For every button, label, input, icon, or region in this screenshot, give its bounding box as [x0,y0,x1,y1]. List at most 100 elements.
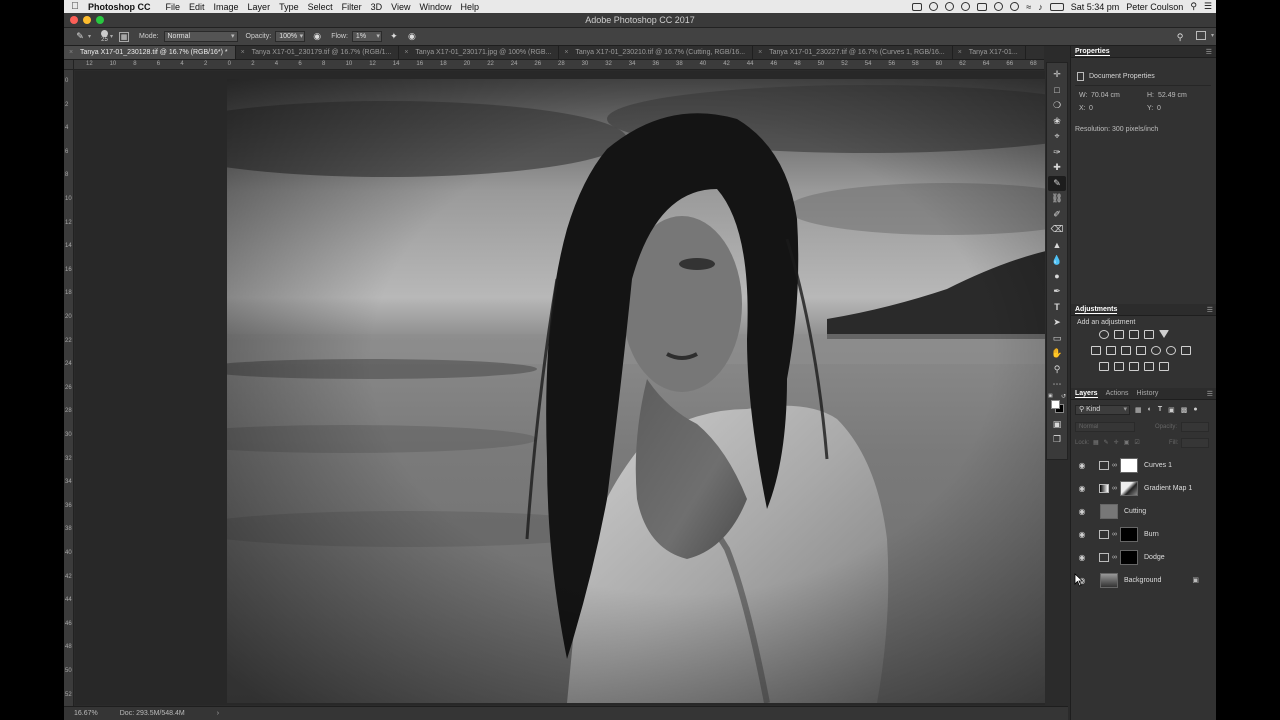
vibrance-icon[interactable] [1091,346,1101,355]
type-tool-icon[interactable]: T [1048,300,1066,316]
filter-smart-object-icon[interactable]: ▩ [1181,406,1188,414]
status-menu-icon[interactable]: › [217,710,219,717]
mask-link-icon[interactable]: ∞ [1112,462,1118,469]
zoom-level[interactable]: 16.67% [74,710,98,717]
canvas-area[interactable] [75,71,1045,705]
quick-select-tool-icon[interactable]: ❀ [1048,114,1066,130]
brush-size-dropdown-icon[interactable]: ▾ [110,33,113,40]
layer-row-dodge[interactable]: ◉ ∞ Dodge [1071,546,1216,568]
curves-icon[interactable] [1129,330,1139,339]
filter-toggle-icon[interactable]: ● [1193,406,1197,414]
time-machine-icon[interactable] [994,2,1004,11]
layer-opacity-field[interactable] [1181,422,1209,432]
lasso-tool-icon[interactable]: ❍ [1048,98,1066,114]
gradient-map-icon[interactable] [1144,362,1154,371]
preset-dropdown-icon[interactable]: ▾ [88,33,91,40]
tab-history[interactable]: History [1137,390,1159,397]
wifi-icon[interactable]: ≈ [1026,2,1031,12]
layer-name[interactable]: Burn [1144,531,1159,538]
exposure-icon[interactable] [1144,330,1154,339]
lock-image-icon[interactable]: ✎ [1104,439,1109,446]
fill-field[interactable] [1181,438,1209,448]
tab-actions[interactable]: Actions [1106,390,1129,397]
move-tool-icon[interactable]: ✛ [1048,67,1066,83]
tab-adjustments[interactable]: Adjustments [1075,306,1118,314]
menu-file[interactable]: File [166,2,188,12]
doc-tab-4[interactable]: × Tanya X17-01_230210.tif @ 16.7% (Cuttin… [559,46,754,59]
screen-mode-icon[interactable]: ❐ [1048,432,1066,448]
apple-icon[interactable]:  [64,1,86,12]
close-tab-icon[interactable]: × [564,46,568,59]
user-name[interactable]: Peter Coulson [1126,2,1183,12]
workspace-dropdown-icon[interactable]: ▾ [1211,32,1214,39]
panel-menu-icon[interactable]: ☰ [1206,48,1212,56]
marquee-tool-icon[interactable]: □ [1048,83,1066,99]
doc-tab-2[interactable]: × Tanya X17-01_230179.tif @ 16.7% (RGB/1.… [236,46,400,59]
close-tab-icon[interactable]: × [404,46,408,59]
horizontal-ruler[interactable]: 12 10 8 6 4 2 0 2 4 6 8 10 12 14 16 18 20 22 24 26 28 30 32 34 3… [74,60,1044,70]
layer-row-background[interactable]: ◉ Background ▣ [1071,569,1216,591]
bluetooth-icon[interactable] [1010,2,1020,11]
layer-mask-thumbnail[interactable] [1120,526,1138,542]
lock-transparent-icon[interactable]: ▦ [1093,439,1099,446]
layer-name[interactable]: Cutting [1124,508,1146,515]
layer-row-burn[interactable]: ◉ ∞ Burn [1071,523,1216,545]
brightness-contrast-icon[interactable] [1099,330,1109,339]
threshold-icon[interactable] [1129,362,1139,371]
doc-tab-1[interactable]: × Tanya X17-01_230128.tif @ 16.7% (RGB/16… [64,46,236,59]
layer-filter-select[interactable]: ⚲ Kind ▾ [1075,405,1130,415]
tab-layers[interactable]: Layers [1075,390,1098,398]
menu-window[interactable]: Window [419,2,458,12]
layer-mask-thumbnail[interactable] [1120,457,1138,473]
history-brush-tool-icon[interactable]: ✐ [1048,207,1066,223]
menu-3d[interactable]: 3D [371,2,390,12]
flow-field[interactable]: 1% ▾ [351,31,382,42]
color-lookup-icon[interactable] [1181,346,1191,355]
menu-app-name[interactable]: Photoshop CC [88,2,158,12]
opacity-field[interactable]: 100% ▾ [275,31,306,42]
screen-icon[interactable] [912,2,923,11]
layer-name[interactable]: Background [1124,577,1161,584]
close-tab-icon[interactable]: × [758,46,762,59]
layer-thumbnail[interactable] [1100,572,1118,588]
foreground-color-swatch[interactable] [1051,399,1060,409]
more-tools-icon[interactable]: ⋯ [1048,377,1066,393]
blur-tool-icon[interactable]: 💧 [1048,253,1066,269]
layer-row-gradient-map-1[interactable]: ◉ ∞ Gradient Map 1 [1071,477,1216,499]
panel-menu-icon[interactable]: ☰ [1207,390,1213,398]
height-value[interactable]: 52.49 cm [1158,92,1187,99]
menu-image[interactable]: Image [214,2,246,12]
lock-position-icon[interactable]: ✛ [1114,439,1119,446]
display-icon[interactable] [977,2,988,11]
layer-mask-thumbnail[interactable] [1120,549,1138,565]
rectangle-tool-icon[interactable]: ▭ [1048,331,1066,347]
paint-bucket-tool-icon[interactable]: ▲ [1048,238,1066,254]
width-value[interactable]: 70.04 cm [1091,92,1120,99]
crop-tool-icon[interactable]: ⌖ [1048,129,1066,145]
battery-icon[interactable] [1049,2,1064,11]
layer-mask-thumbnail[interactable] [1120,480,1138,496]
mask-link-icon[interactable]: ∞ [1112,531,1118,538]
close-tab-icon[interactable]: × [69,46,73,59]
brush-tool-icon[interactable]: ✎ [1048,175,1066,191]
pressure-size-icon[interactable]: ◉ [406,31,418,43]
channel-mixer-icon[interactable] [1166,346,1176,355]
gradient-triangle-icon[interactable] [1159,330,1169,338]
visibility-eye-icon[interactable]: ◉ [1077,530,1087,539]
document-canvas[interactable] [227,79,1045,703]
lock-icon[interactable]: ▣ [1192,576,1199,584]
default-colors-icon[interactable]: ▣ [1048,393,1053,399]
invert-icon[interactable] [1099,362,1109,371]
ruler-origin[interactable] [64,60,74,70]
zoom-tool-icon[interactable]: ⚲ [1048,362,1066,378]
creative-cloud-icon[interactable] [929,2,939,11]
filter-shape-icon[interactable]: ▣ [1168,406,1175,414]
panel-menu-icon[interactable]: ☰ [1207,306,1213,314]
brush-tool-preset-icon[interactable]: ✎ [74,31,86,43]
spotlight-icon[interactable]: ⚲ [1190,1,1197,12]
filter-adjustment-icon[interactable]: ◐ [1148,406,1152,414]
mode-select[interactable]: Normal ▾ [163,31,238,42]
posterize-icon[interactable] [1114,362,1124,371]
brush-size-picker[interactable]: 25 [101,29,109,44]
blend-mode-select[interactable]: Normal [1075,422,1135,432]
